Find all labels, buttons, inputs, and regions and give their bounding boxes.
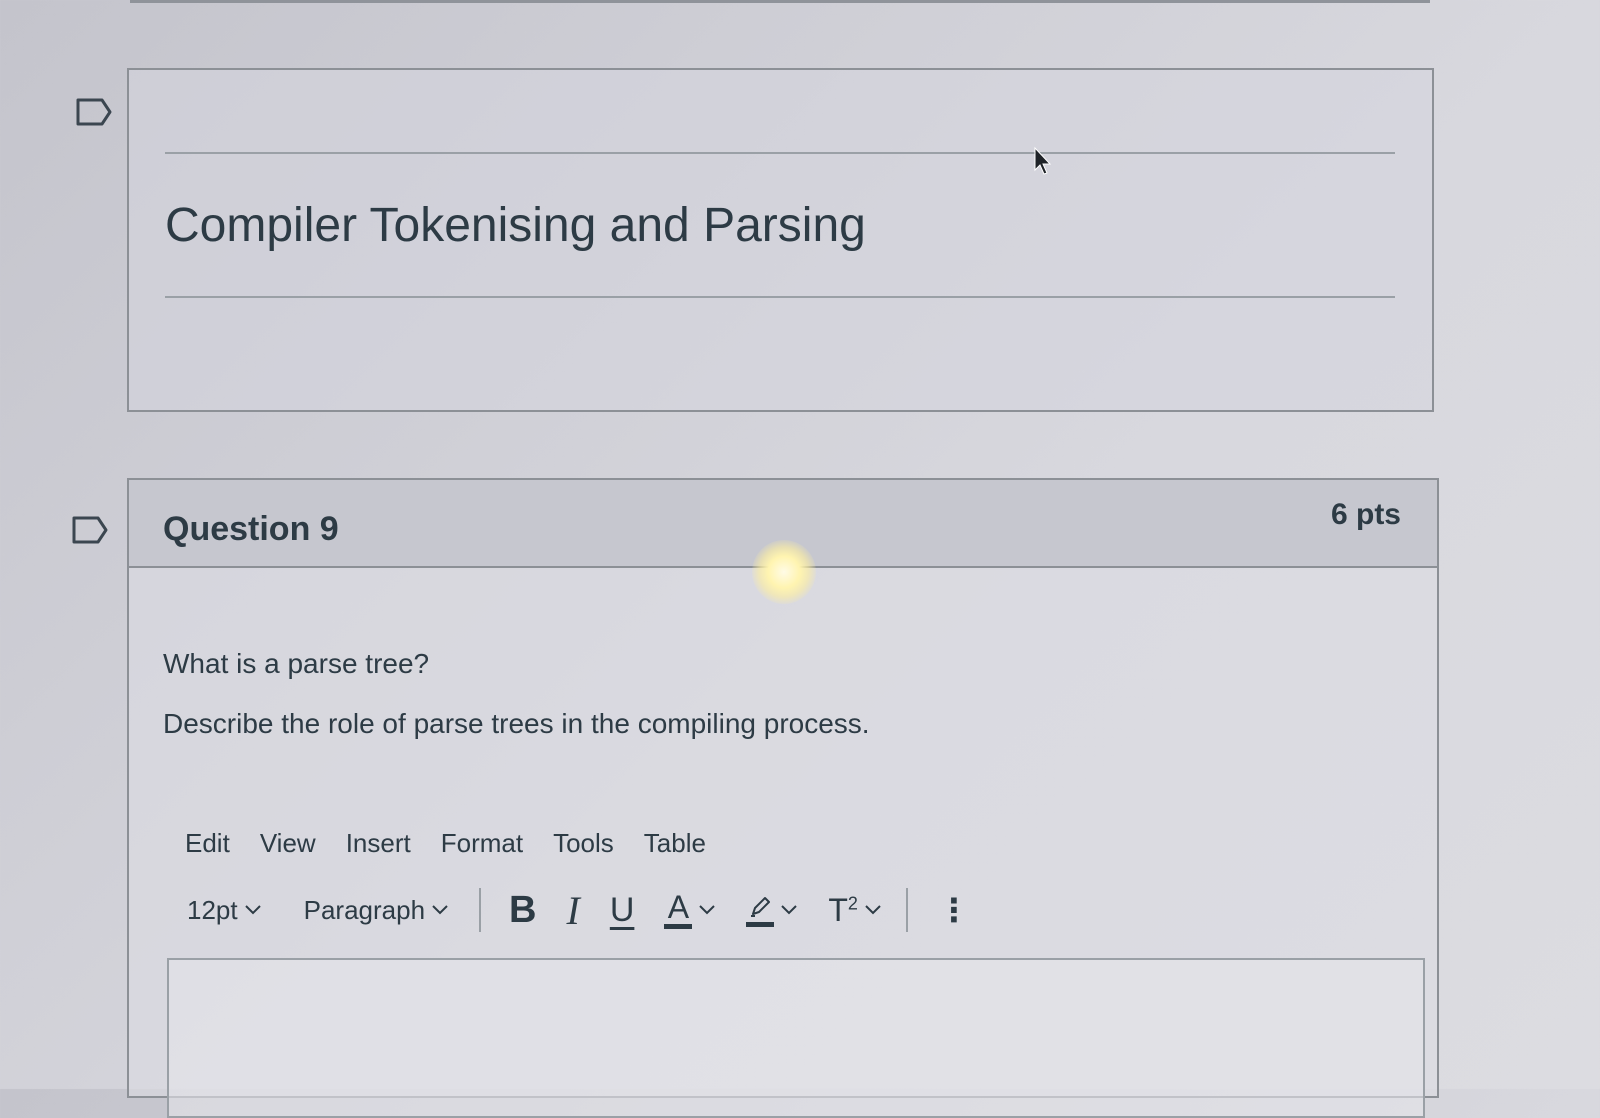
font-color-button[interactable]: A [664, 888, 716, 929]
question-title: Question 9 [163, 510, 339, 548]
flag-question-icon[interactable] [74, 96, 114, 128]
question-prompt-2: Describe the role of parse trees in the … [163, 708, 870, 739]
toolbar-separator [905, 888, 908, 932]
menu-table[interactable]: Table [644, 828, 706, 859]
chevron-down-icon [244, 904, 262, 916]
question-prompt-1: What is a parse tree? [163, 648, 430, 679]
chevron-down-icon [698, 904, 716, 916]
font-color-swatch [664, 923, 693, 929]
menu-format[interactable]: Format [441, 828, 523, 859]
superscript-button[interactable]: T2 [828, 892, 882, 929]
divider-top [165, 152, 1395, 154]
block-format-dropdown[interactable]: Paragraph [304, 895, 449, 926]
chevron-down-icon [780, 904, 798, 916]
highlight-color-swatch [746, 921, 775, 927]
flag-question-icon[interactable] [70, 514, 110, 546]
font-color-icon: A [667, 888, 690, 925]
editor-menubar: Edit View Insert Format Tools Table [185, 828, 706, 859]
font-size-dropdown[interactable]: 12pt [187, 895, 262, 926]
answer-editor-area[interactable] [167, 958, 1425, 1118]
italic-button[interactable]: I [566, 887, 579, 934]
highlight-color-button[interactable] [746, 894, 798, 927]
menu-view[interactable]: View [260, 828, 316, 859]
screen-glare [752, 540, 816, 604]
highlighter-icon [751, 896, 771, 917]
block-format-value: Paragraph [303, 894, 426, 925]
question-points: 6 pts [1330, 498, 1401, 531]
menu-edit[interactable]: Edit [185, 828, 230, 859]
underline-button[interactable]: U [610, 891, 635, 930]
superscript-icon: T2 [828, 891, 858, 928]
editor-toolbar: 12pt Paragraph B I U A T2 ⋮ [187, 880, 970, 940]
font-size-value: 12pt [187, 894, 238, 925]
bold-button[interactable]: B [509, 889, 536, 932]
more-options-icon[interactable]: ⋮ [938, 891, 970, 929]
section-title: Compiler Tokenising and Parsing [165, 199, 866, 252]
chevron-down-icon [864, 904, 882, 916]
text-section-card: Compiler Tokenising and Parsing [127, 68, 1434, 412]
previous-card-edge [130, 0, 1430, 3]
menu-insert[interactable]: Insert [346, 828, 411, 859]
menu-tools[interactable]: Tools [553, 828, 614, 859]
mouse-cursor-icon [1034, 146, 1052, 175]
chevron-down-icon [431, 904, 449, 916]
divider-bottom [165, 296, 1395, 298]
toolbar-separator [479, 888, 482, 932]
